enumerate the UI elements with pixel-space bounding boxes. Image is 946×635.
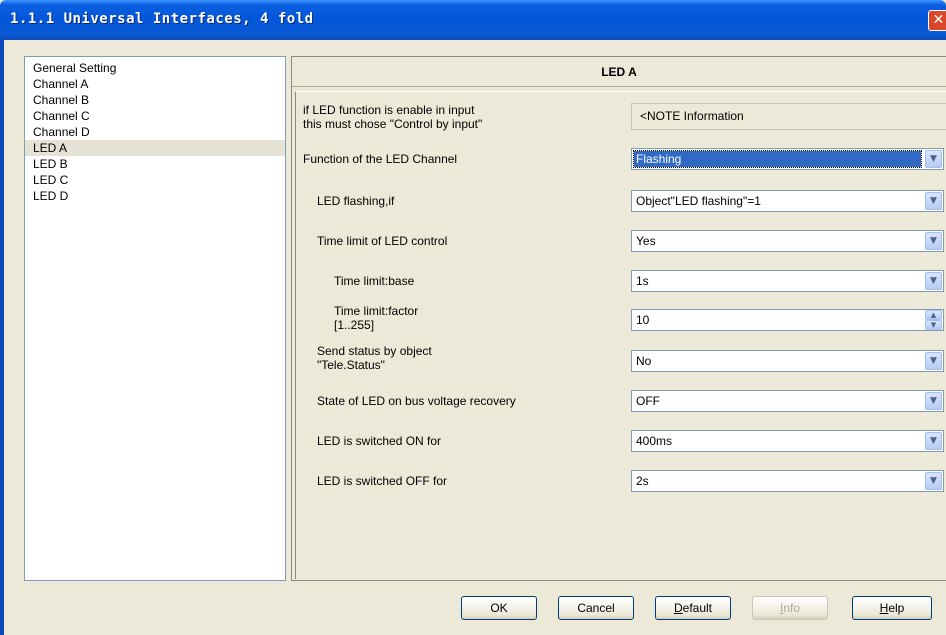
bus-recovery-label: State of LED on bus voltage recovery <box>317 394 516 408</box>
time-limit-factor-spinner[interactable]: 10 ▲ ▼ <box>631 309 944 331</box>
tree-item-channel-c[interactable]: Channel C <box>25 108 285 124</box>
chevron-down-icon[interactable]: ▼ <box>925 432 942 450</box>
led-flashing-value: Object"LED flashing"=1 <box>636 194 761 208</box>
chevron-down-icon[interactable]: ▼ <box>925 150 942 168</box>
note-label-line2: this must chose "Control by input" <box>303 117 483 131</box>
default-button-accel: D <box>673 601 683 615</box>
time-limit-base-label: Time limit:base <box>334 274 415 288</box>
chevron-down-icon[interactable]: ▼ <box>925 472 942 490</box>
help-button[interactable]: Help <box>852 596 932 620</box>
help-button-label: elp <box>888 601 905 615</box>
time-limit-factor-label-line2: [1..255] <box>334 318 375 332</box>
info-button[interactable]: Info <box>752 596 828 620</box>
switched-off-label: LED is switched OFF for <box>317 474 448 488</box>
led-flashing-select[interactable]: Object"LED flashing"=1 ▼ <box>631 190 944 212</box>
default-button-label: efault <box>682 601 713 615</box>
switched-off-select[interactable]: 2s ▼ <box>631 470 944 492</box>
chevron-down-icon[interactable]: ▼ <box>925 392 942 410</box>
tree-item-channel-b[interactable]: Channel B <box>25 92 285 108</box>
title-bar: 1.1.1 Universal Interfaces, 4 fold ✕ <box>0 0 946 40</box>
parameter-list: if LED function is enable in input this … <box>295 91 946 579</box>
parameter-panel: LED A if LED function is enable in input… <box>291 56 946 581</box>
switched-on-value: 400ms <box>636 434 673 448</box>
tree-item-led-a[interactable]: LED A <box>25 140 285 156</box>
time-limit-factor-label-line1: Time limit:factor <box>334 304 419 318</box>
note-label-line1: if LED function is enable in input <box>303 103 475 117</box>
tree-item-channel-d[interactable]: Channel D <box>25 124 285 140</box>
tree-item-led-d[interactable]: LED D <box>25 188 285 204</box>
navigation-tree: General Setting Channel A Channel B Chan… <box>24 56 286 581</box>
function-select[interactable]: Flashing ▼ <box>631 148 944 170</box>
cancel-button[interactable]: Cancel <box>558 596 634 620</box>
send-status-label: Send status by object "Tele.Status" <box>317 344 432 372</box>
chevron-down-icon[interactable]: ▼ <box>925 192 942 210</box>
bus-recovery-select[interactable]: OFF ▼ <box>631 390 944 412</box>
tree-item-general-setting[interactable]: General Setting <box>25 60 285 76</box>
led-flashing-label: LED flashing,if <box>317 194 395 208</box>
tree-item-led-c[interactable]: LED C <box>25 172 285 188</box>
switched-on-select[interactable]: 400ms ▼ <box>631 430 944 452</box>
function-value: Flashing <box>633 150 922 168</box>
close-icon: ✕ <box>932 12 945 28</box>
time-limit-factor-label: Time limit:factor [1..255] <box>334 304 418 332</box>
chevron-down-icon[interactable]: ▼ <box>925 272 942 290</box>
switched-on-label: LED is switched ON for <box>317 434 442 448</box>
send-status-value: No <box>636 354 652 368</box>
bus-recovery-value: OFF <box>636 394 660 408</box>
ok-button[interactable]: OK <box>461 596 537 620</box>
window-title: 1.1.1 Universal Interfaces, 4 fold <box>10 11 314 27</box>
tree-item-channel-a[interactable]: Channel A <box>25 76 285 92</box>
chevron-down-icon[interactable]: ▼ <box>925 352 942 370</box>
switched-off-value: 2s <box>636 474 649 488</box>
time-limit-control-label: Time limit of LED control <box>317 234 448 248</box>
send-status-select[interactable]: No ▼ <box>631 350 944 372</box>
window-frame <box>0 40 4 635</box>
tree-item-led-b[interactable]: LED B <box>25 156 285 172</box>
note-label: if LED function is enable in input this … <box>303 103 482 131</box>
time-limit-base-value: 1s <box>636 274 649 288</box>
panel-header: LED A <box>292 57 946 87</box>
note-information-field: <NOTE Information <box>631 103 946 130</box>
time-limit-control-value: Yes <box>636 234 656 248</box>
panel-title: LED A <box>601 65 637 79</box>
send-status-label-line1: Send status by object <box>317 344 432 358</box>
send-status-label-line2: "Tele.Status" <box>317 358 385 372</box>
spin-up-icon[interactable]: ▲ <box>925 310 942 320</box>
time-limit-factor-value: 10 <box>636 313 650 327</box>
chevron-down-icon[interactable]: ▼ <box>925 232 942 250</box>
default-button[interactable]: Default <box>655 596 731 620</box>
spin-down-icon[interactable]: ▼ <box>925 320 942 330</box>
close-button[interactable]: ✕ <box>928 10 946 31</box>
function-label: Function of the LED Channel <box>303 152 458 166</box>
info-button-label: nfo <box>783 601 801 615</box>
time-limit-base-select[interactable]: 1s ▼ <box>631 270 944 292</box>
time-limit-control-select[interactable]: Yes ▼ <box>631 230 944 252</box>
